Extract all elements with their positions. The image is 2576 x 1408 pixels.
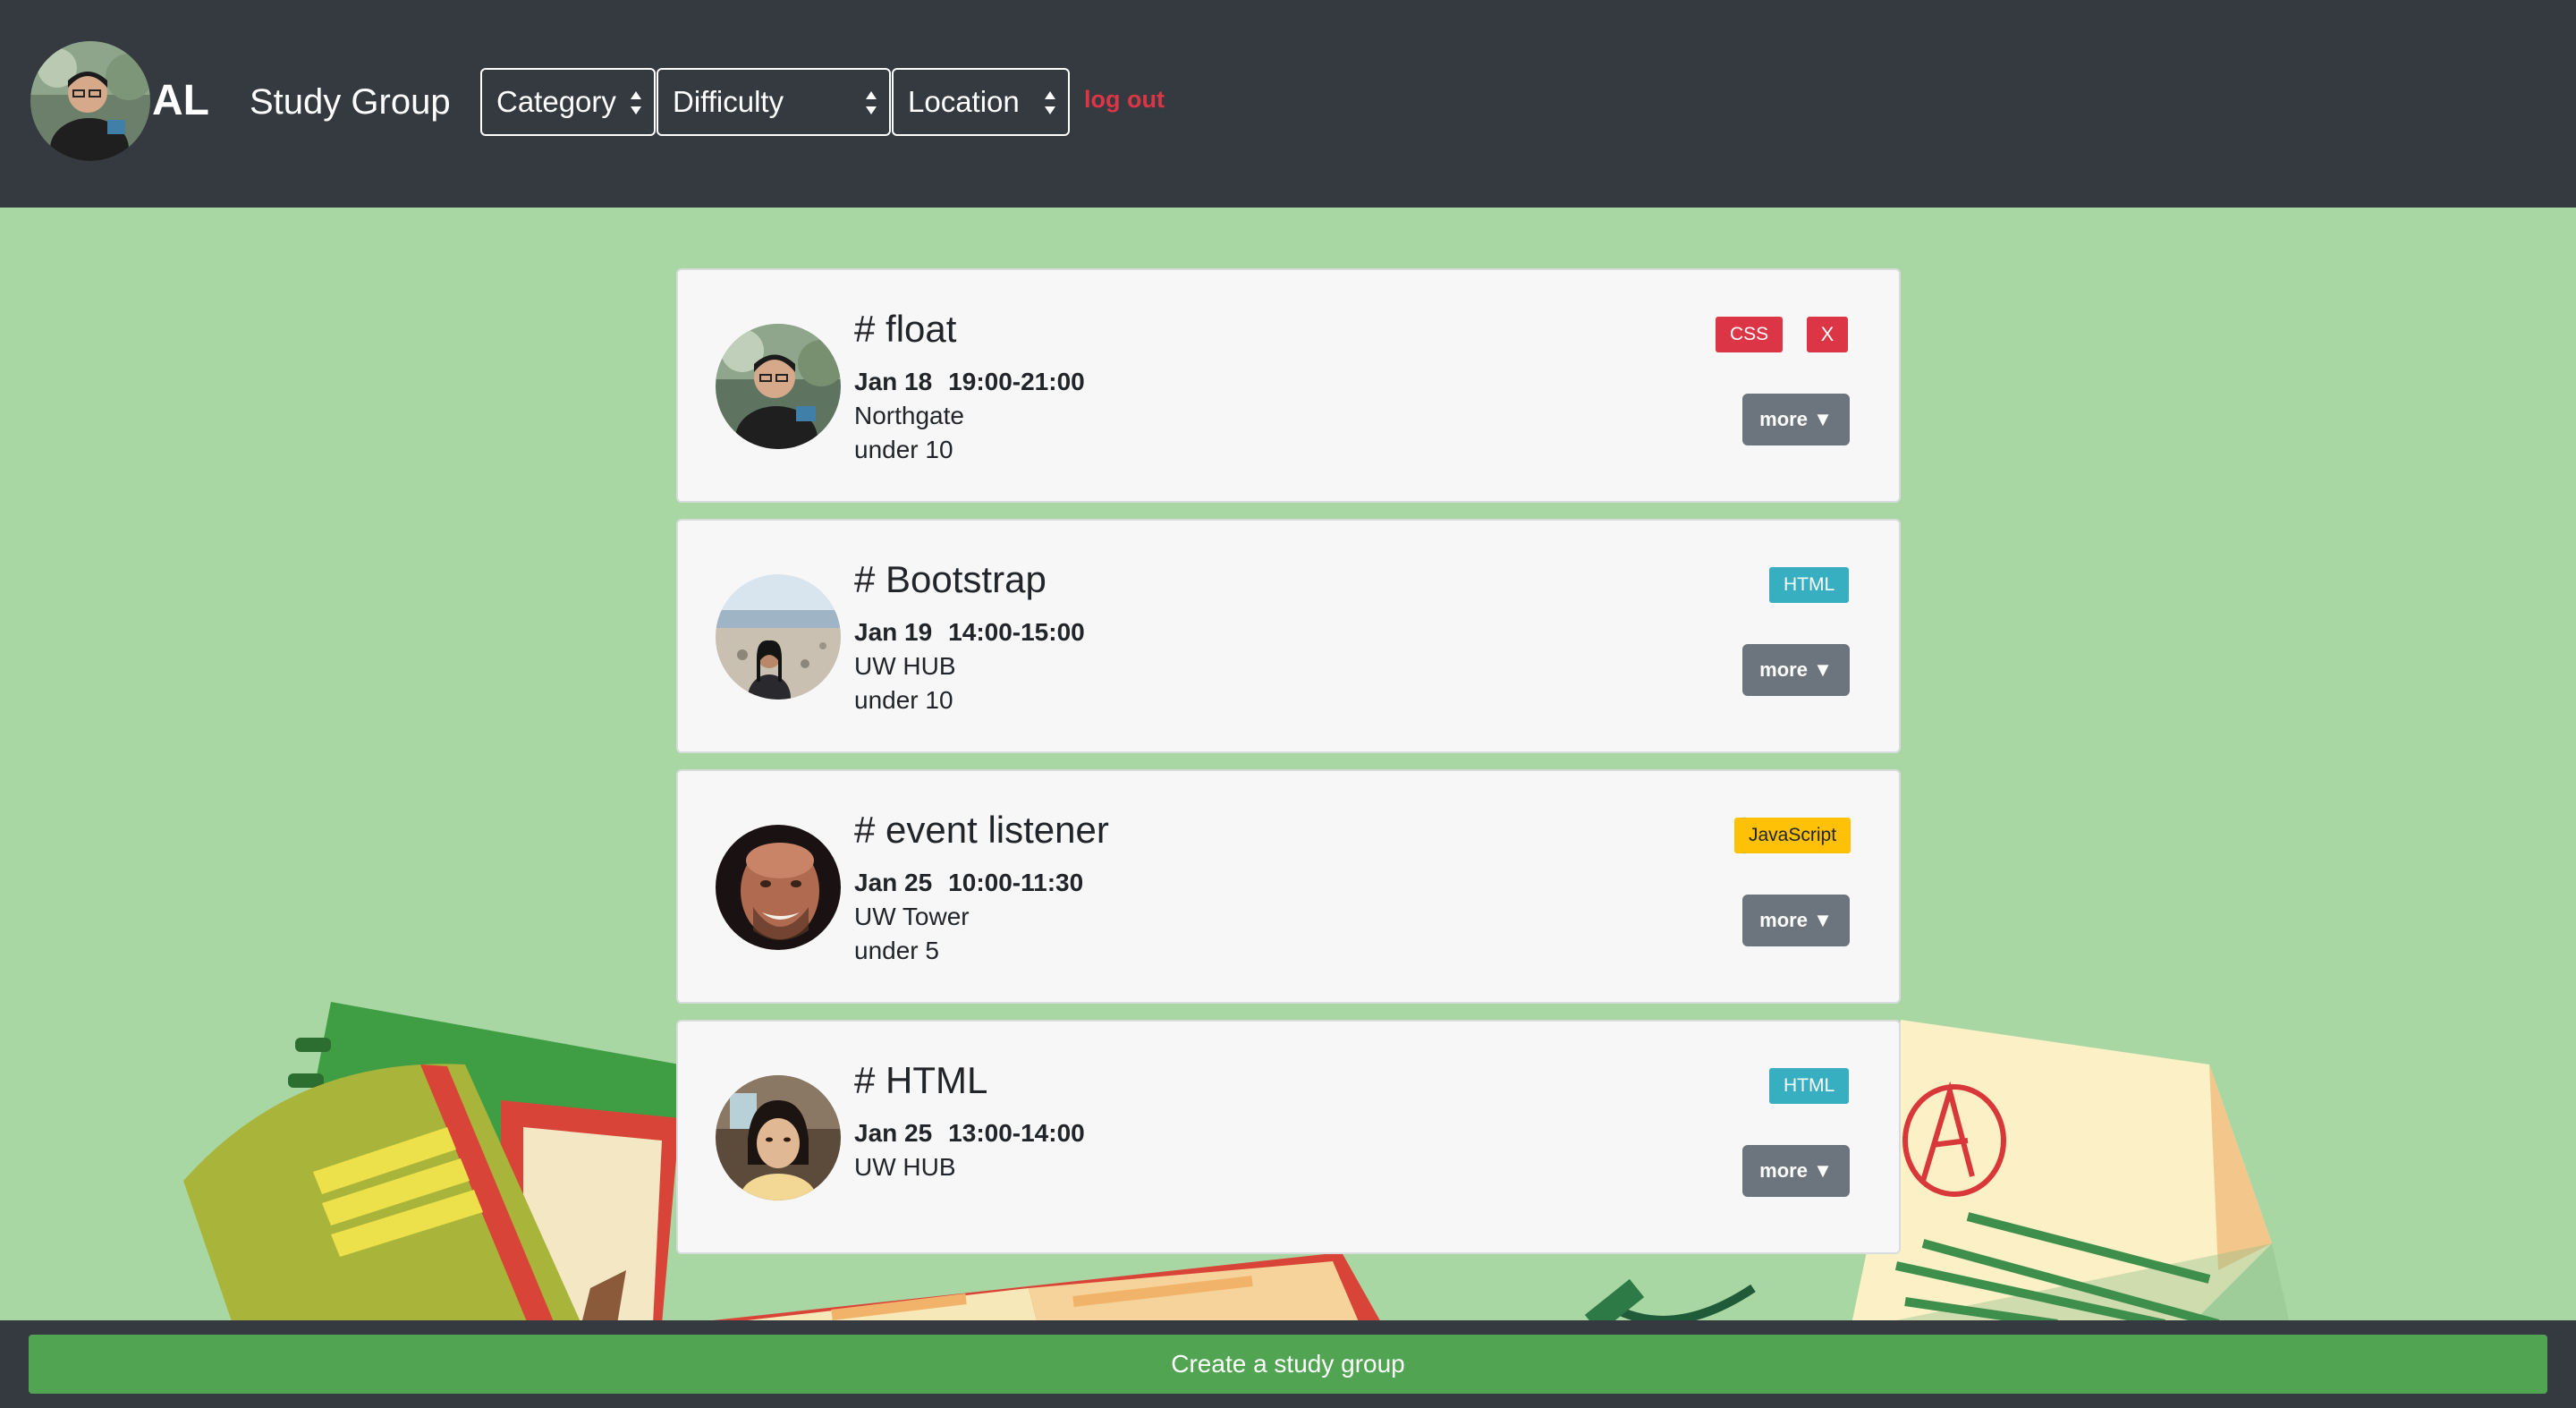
- host-avatar: [716, 1075, 841, 1200]
- logout-link[interactable]: log out: [1084, 82, 1165, 116]
- more-button[interactable]: more ▼: [1742, 895, 1850, 946]
- magnifier-illustration: [1584, 1278, 1756, 1324]
- notebook-illustration: [183, 1002, 680, 1324]
- navbar: AL Study Group Category Difficulty Locat…: [0, 0, 2576, 208]
- group-topic: # Bootstrap: [854, 558, 1046, 600]
- category-badge: HTML: [1769, 1068, 1850, 1104]
- group-topic: # event listener: [854, 809, 1109, 851]
- study-group-card: # Bootstrap Jan 19 14:00-15:00 UW HUB und…: [676, 519, 1901, 753]
- create-study-group-button[interactable]: Create a study group: [29, 1335, 2547, 1394]
- select-arrows-icon: [1045, 91, 1055, 115]
- footer-bar: Create a study group: [0, 1320, 2576, 1408]
- category-select[interactable]: Category: [480, 68, 656, 136]
- group-time: 14:00-15:00: [948, 618, 1085, 646]
- category-select-label: Category: [496, 85, 616, 118]
- group-date: Jan 25: [854, 869, 933, 896]
- host-avatar: [716, 324, 841, 449]
- user-initials: AL: [152, 77, 209, 124]
- category-badge: JavaScript: [1734, 818, 1852, 853]
- group-time: 10:00-11:30: [948, 869, 1084, 896]
- difficulty-select-label: Difficulty: [673, 85, 784, 118]
- host-avatar: [716, 574, 841, 700]
- group-location: UW HUB: [854, 652, 956, 680]
- group-topic: # HTML: [854, 1059, 988, 1101]
- more-button[interactable]: more ▼: [1742, 394, 1850, 445]
- group-time: 19:00-21:00: [948, 368, 1085, 395]
- location-select-label: Location: [908, 85, 1020, 118]
- group-size: under 5: [854, 937, 939, 964]
- study-group-card: # HTML Jan 25 13:00-14:00 UW HUB HTML mor…: [676, 1020, 1901, 1254]
- select-arrows-icon: [631, 91, 641, 115]
- brand-title[interactable]: Study Group: [250, 77, 451, 127]
- select-arrows-icon: [866, 91, 877, 115]
- host-avatar: [716, 825, 841, 950]
- more-button[interactable]: more ▼: [1742, 644, 1850, 696]
- group-location: UW Tower: [854, 903, 970, 930]
- difficulty-select[interactable]: Difficulty: [657, 68, 891, 136]
- group-datetime: Jan 25 13:00-14:00: [854, 1116, 1085, 1150]
- location-select[interactable]: Location: [892, 68, 1070, 136]
- category-badge: HTML: [1769, 567, 1850, 603]
- group-date: Jan 19: [854, 618, 933, 646]
- group-datetime: Jan 25 10:00-11:30: [854, 866, 1083, 900]
- group-time: 13:00-14:00: [948, 1119, 1085, 1147]
- group-location: UW HUB: [854, 1153, 956, 1181]
- study-group-card: # float Jan 18 19:00-21:00 Northgate unde…: [676, 268, 1901, 503]
- group-datetime: Jan 19 14:00-15:00: [854, 615, 1085, 649]
- group-date: Jan 25: [854, 1119, 933, 1147]
- user-avatar[interactable]: [30, 41, 150, 161]
- group-datetime: Jan 18 19:00-21:00: [854, 365, 1085, 399]
- open-book-illustration: [680, 1252, 1382, 1324]
- group-date: Jan 18: [854, 368, 933, 395]
- more-button[interactable]: more ▼: [1742, 1145, 1850, 1197]
- group-location: Northgate: [854, 402, 964, 429]
- group-size: under 10: [854, 436, 953, 463]
- study-group-card: # event listener Jan 25 10:00-11:30 UW To…: [676, 769, 1901, 1004]
- category-badge: CSS: [1716, 317, 1784, 352]
- paper-illustration: [1852, 1020, 2290, 1324]
- group-size: under 10: [854, 686, 953, 714]
- delete-button[interactable]: X: [1807, 317, 1848, 352]
- group-topic: # float: [854, 308, 957, 350]
